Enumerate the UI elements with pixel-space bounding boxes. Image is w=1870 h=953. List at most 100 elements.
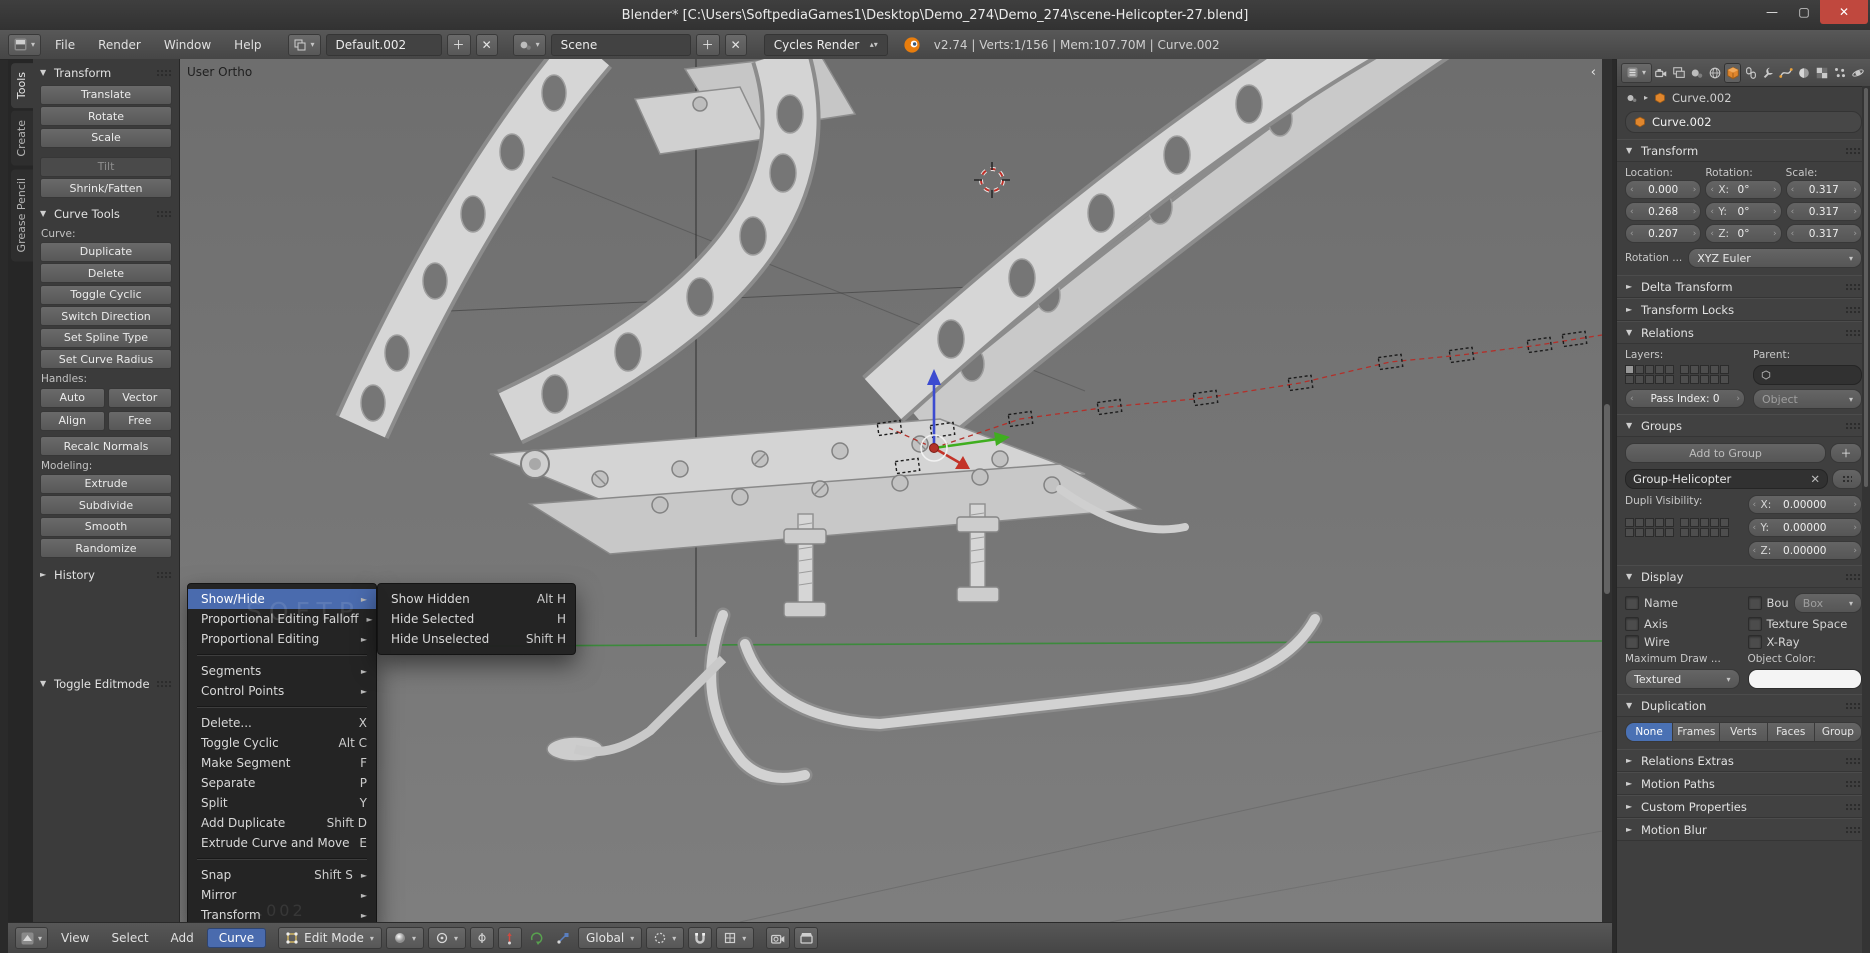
menu-item-toggle-cyclic[interactable]: Toggle Cyclic Alt C	[188, 733, 376, 753]
rotate-button[interactable]: Rotate	[40, 106, 172, 126]
scene-delete-button[interactable]: ✕	[724, 33, 747, 56]
extrude-button[interactable]: Extrude	[40, 473, 172, 494]
menu-item-segments[interactable]: Segments ►	[188, 661, 376, 681]
shrink-fatten-button[interactable]: Shrink/Fatten	[40, 178, 172, 198]
section-delta-transform-header[interactable]: ► Delta Transform	[1617, 275, 1870, 298]
properties-scrollbar[interactable]	[1862, 86, 1870, 953]
section-groups-header[interactable]: ▼ Groups	[1617, 414, 1870, 437]
new-group-button[interactable]: ＋	[1830, 443, 1862, 463]
screen-layout-add-button[interactable]: ＋	[446, 33, 471, 56]
menu-item-hide-selected[interactable]: Hide Selected H	[378, 609, 575, 629]
screen-layout-name-field[interactable]: Default.002	[325, 33, 442, 56]
set-spline-type-button[interactable]: Set Spline Type	[40, 327, 172, 348]
screen-layout-delete-button[interactable]: ✕	[475, 33, 498, 56]
menu-item-hide-unselected[interactable]: Hide Unselected Shift H	[378, 629, 575, 649]
section-motion-paths-header[interactable]: ► Motion Paths	[1617, 772, 1870, 795]
section-custom-properties-header[interactable]: ► Custom Properties	[1617, 795, 1870, 818]
switch-direction-button[interactable]: Switch Direction	[40, 306, 172, 326]
shelf-tab-grease-pencil[interactable]: Grease Pencil	[11, 168, 33, 262]
tab-render[interactable]	[1653, 63, 1670, 83]
3d-viewport[interactable]: User Ortho ‹ Show/Hide ► Proportional Ed…	[180, 59, 1602, 922]
menu-item-proportional-editing[interactable]: Proportional Editing ►	[188, 629, 376, 649]
menu-item-show-hide[interactable]: Show/Hide ►	[188, 589, 376, 609]
duplication-faces-option[interactable]: Faces	[1767, 723, 1815, 741]
opengl-render-anim-button[interactable]	[794, 927, 819, 949]
opengl-render-button[interactable]	[766, 927, 791, 949]
menu-item-add-duplicate[interactable]: Add Duplicate Shift D	[188, 813, 376, 833]
display-name-checkbox[interactable]: Name	[1625, 593, 1740, 613]
scale-z-field[interactable]: 0.317	[1785, 224, 1862, 243]
scene-add-button[interactable]: ＋	[695, 33, 720, 56]
duplication-group-option[interactable]: Group	[1814, 723, 1861, 741]
handles-free-button[interactable]: Free	[107, 410, 172, 431]
tab-world[interactable]	[1707, 63, 1724, 83]
editor-type-button[interactable]: ▾	[15, 927, 49, 949]
display-bounds-checkbox[interactable]: Bou	[1747, 596, 1789, 610]
proportional-editing-selector[interactable]: ▾	[646, 927, 685, 949]
subdivide-button[interactable]: Subdivide	[40, 495, 172, 515]
location-x-field[interactable]: 0.000	[1625, 180, 1702, 199]
render-engine-select[interactable]: Cycles Render ▴▾	[763, 33, 888, 56]
unlink-group-icon[interactable]: ✕	[1810, 472, 1820, 486]
group-offset-x-field[interactable]: X: 0.00000	[1747, 495, 1862, 514]
pass-index-field[interactable]: Pass Index: 0	[1625, 389, 1745, 408]
object-color-swatch[interactable]	[1747, 669, 1862, 689]
maximize-button[interactable]: ▢	[1788, 0, 1820, 24]
tab-scene[interactable]	[1689, 63, 1706, 83]
location-z-field[interactable]: 0.207	[1625, 224, 1702, 243]
section-transform-header[interactable]: ▼ Transform	[1617, 139, 1870, 162]
bounds-type-select[interactable]: Box ▾	[1793, 593, 1862, 613]
shelf-tab-tools[interactable]: Tools	[11, 63, 33, 109]
scale-button[interactable]: Scale	[40, 127, 172, 148]
menu-curve-active[interactable]: Curve	[206, 928, 267, 948]
duplication-none-option[interactable]: None	[1626, 723, 1674, 741]
menu-item-transform[interactable]: Transform ►	[188, 905, 376, 922]
maximum-draw-type-select[interactable]: Textured ▾	[1625, 669, 1740, 689]
recalc-normals-button[interactable]: Recalc Normals	[40, 436, 172, 456]
menu-item-delete[interactable]: Delete... X	[188, 713, 376, 733]
rotation-z-field[interactable]: Z:0°	[1705, 224, 1782, 243]
panel-curve-tools-header[interactable]: ▼ Curve Tools	[40, 203, 172, 224]
translate-button[interactable]: Translate	[40, 84, 172, 105]
handles-vector-button[interactable]: Vector	[107, 387, 172, 408]
editor-type-button[interactable]: ▾	[1621, 62, 1653, 83]
minimize-button[interactable]: —	[1756, 0, 1788, 24]
scrollbar-thumb[interactable]	[1864, 88, 1868, 487]
tab-physics[interactable]	[1849, 63, 1866, 83]
section-relations-header[interactable]: ▼ Relations	[1617, 321, 1870, 344]
handles-align-button[interactable]: Align	[40, 410, 105, 431]
region-toggle-plus-icon[interactable]: ‹	[1591, 65, 1596, 80]
section-display-header[interactable]: ▼ Display	[1617, 565, 1870, 588]
display-texture-space-checkbox[interactable]: Texture Space	[1747, 617, 1863, 631]
menu-file[interactable]: File	[46, 35, 84, 55]
mode-selector[interactable]: Edit Mode ▾	[278, 927, 382, 949]
menu-window[interactable]: Window	[155, 35, 220, 55]
scene-browse-button[interactable]: ▾	[512, 33, 546, 56]
pivot-point-selector[interactable]: ▾	[427, 927, 466, 949]
rotation-mode-select[interactable]: XYZ Euler ▾	[1688, 248, 1862, 268]
group-specials-button[interactable]	[1832, 469, 1862, 489]
randomize-button[interactable]: Randomize	[40, 538, 172, 558]
group-offset-z-field[interactable]: Z: 0.00000	[1747, 541, 1862, 560]
handles-auto-button[interactable]: Auto	[40, 387, 105, 408]
object-name-field[interactable]: Curve.002	[1625, 111, 1862, 133]
tab-material[interactable]	[1796, 63, 1813, 83]
menu-item-show-hidden[interactable]: Show Hidden Alt H	[378, 589, 575, 609]
menu-item-split[interactable]: Split Y	[188, 793, 376, 813]
panel-transform-header[interactable]: ▼ Transform	[40, 62, 172, 83]
parent-object-field[interactable]	[1753, 365, 1862, 385]
viewport-canvas[interactable]	[180, 59, 1602, 922]
shelf-tab-create[interactable]: Create	[11, 111, 33, 166]
tab-object[interactable]	[1724, 62, 1742, 83]
group-name-field[interactable]: Group-Helicopter ✕	[1625, 469, 1828, 489]
menu-item-extrude-curve-and-move[interactable]: Extrude Curve and Move E	[188, 833, 376, 853]
menu-item-snap[interactable]: Snap Shift S ►	[188, 865, 376, 885]
pivot-align-toggle[interactable]	[469, 927, 494, 949]
menu-item-mirror[interactable]: Mirror ►	[188, 885, 376, 905]
tab-object-data[interactable]	[1778, 63, 1795, 83]
set-curve-radius-button[interactable]: Set Curve Radius	[40, 349, 172, 369]
tab-particles[interactable]	[1831, 63, 1848, 83]
scrollbar-thumb[interactable]	[1604, 404, 1610, 595]
section-relations-extras-header[interactable]: ► Relations Extras	[1617, 749, 1870, 772]
menu-select[interactable]: Select	[103, 928, 158, 948]
